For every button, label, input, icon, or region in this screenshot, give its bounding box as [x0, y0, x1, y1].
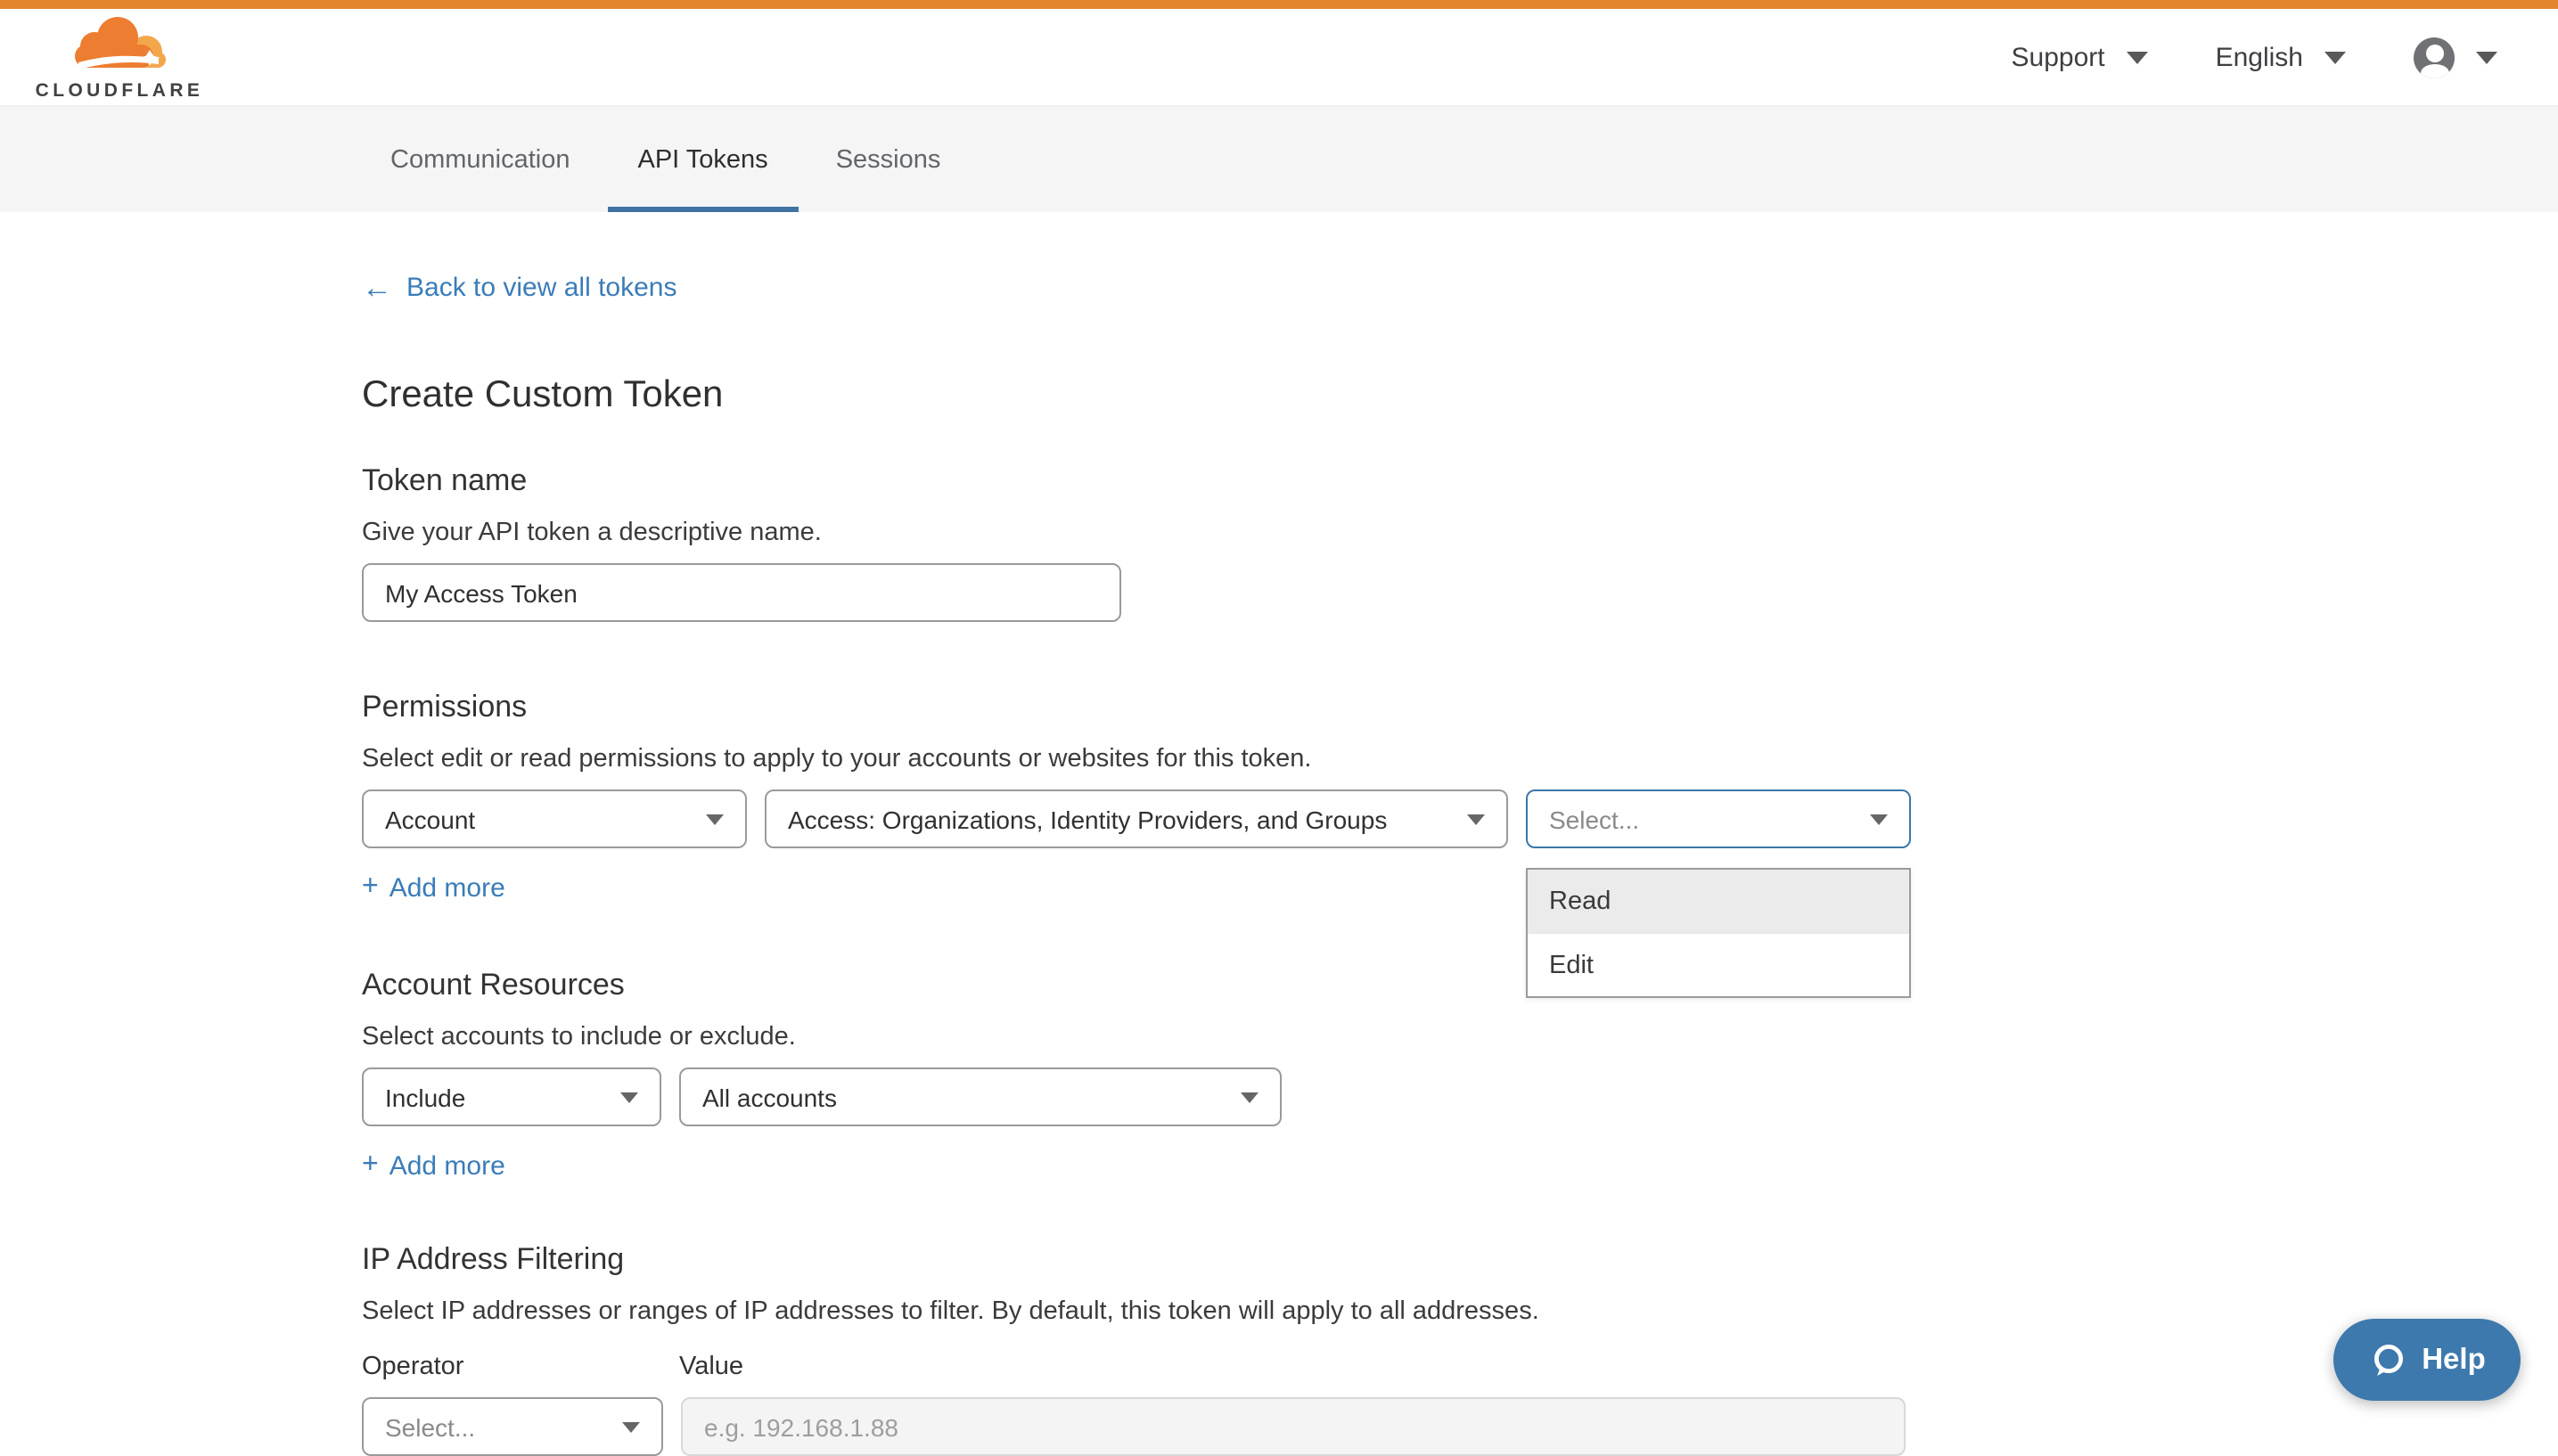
account-resources-description: Select accounts to include or exclude. [362, 1023, 2558, 1051]
account-mode-value: Include [385, 1083, 465, 1111]
account-resources-add-more-link[interactable]: + Add more [362, 1149, 505, 1182]
support-label: Support [2012, 42, 2105, 72]
cloudflare-logo[interactable]: CLOUDFLARE [32, 13, 207, 101]
token-name-description: Give your API token a descriptive name. [362, 519, 2558, 547]
add-more-label: Add more [389, 872, 505, 903]
chevron-down-icon [706, 814, 724, 824]
tab-communication[interactable]: Communication [360, 107, 601, 212]
help-button[interactable]: Help [2333, 1319, 2521, 1401]
token-name-input[interactable] [362, 563, 1121, 622]
chevron-down-icon [1467, 814, 1485, 824]
ip-value-input[interactable] [681, 1397, 1906, 1456]
accounts-value: All accounts [702, 1083, 837, 1111]
permission-access-select[interactable]: Select... [1526, 789, 1911, 848]
permissions-add-more-link[interactable]: + Add more [362, 871, 505, 904]
plus-icon: + [362, 871, 379, 904]
permission-group-value: Access: Organizations, Identity Provider… [788, 805, 1387, 833]
cloudflare-cloud-icon [66, 13, 173, 78]
chevron-down-icon [2324, 51, 2346, 63]
back-to-tokens-link[interactable]: ← Back to view all tokens [362, 273, 677, 303]
permission-group-select[interactable]: Access: Organizations, Identity Provider… [765, 789, 1508, 848]
ip-operator-placeholder: Select... [385, 1412, 475, 1441]
tab-label: Sessions [836, 145, 941, 174]
back-arrow-icon: ← [362, 273, 392, 303]
permission-access-placeholder: Select... [1549, 805, 1639, 833]
access-level-dropdown: Read Edit [1526, 868, 1911, 998]
chevron-down-icon [2127, 51, 2148, 63]
accounts-select[interactable]: All accounts [679, 1067, 1282, 1126]
ip-filtering-description: Select IP addresses or ranges of IP addr… [362, 1297, 2558, 1326]
chat-bubble-icon [2368, 1341, 2406, 1378]
language-label: English [2216, 42, 2303, 72]
value-label: Value [679, 1353, 743, 1381]
ip-filtering-row: Select... [362, 1397, 2558, 1456]
ip-operator-select[interactable]: Select... [362, 1397, 663, 1456]
option-label: Read [1549, 887, 1611, 915]
tab-sessions[interactable]: Sessions [806, 107, 972, 212]
cloudflare-wordmark: CLOUDFLARE [36, 79, 204, 101]
chevron-down-icon [622, 1421, 640, 1432]
ip-filtering-heading: IP Address Filtering [362, 1242, 2558, 1278]
dropdown-option-read[interactable]: Read [1528, 870, 1909, 932]
permission-scope-value: Account [385, 805, 475, 833]
support-menu[interactable]: Support [2012, 42, 2148, 72]
account-resources-row: Include All accounts [362, 1067, 2558, 1126]
back-link-label: Back to view all tokens [406, 273, 677, 303]
option-label: Edit [1549, 951, 1594, 979]
account-resources-heading: Account Resources [362, 968, 2558, 1003]
add-more-label: Add more [389, 1150, 505, 1181]
permissions-row: Account Access: Organizations, Identity … [362, 789, 2558, 848]
tab-api-tokens[interactable]: API Tokens [608, 107, 799, 212]
chevron-down-icon [1241, 1092, 1259, 1102]
permissions-description: Select edit or read permissions to apply… [362, 745, 2558, 773]
plus-icon: + [362, 1149, 379, 1182]
chevron-down-icon [2476, 51, 2497, 63]
header-right: Support English [2012, 37, 2498, 78]
ip-filtering-labels: Operator Value [362, 1353, 2558, 1381]
operator-label: Operator [362, 1353, 679, 1381]
chevron-down-icon [1870, 814, 1888, 824]
language-menu[interactable]: English [2216, 42, 2346, 72]
page-title: Create Custom Token [362, 374, 2558, 417]
user-avatar-icon [2414, 37, 2455, 78]
account-mode-select[interactable]: Include [362, 1067, 661, 1126]
header: CLOUDFLARE Support English [0, 9, 2558, 107]
tab-bar: Communication API Tokens Sessions [0, 107, 2558, 212]
top-accent-bar [0, 0, 2558, 9]
chevron-down-icon [620, 1092, 638, 1102]
app-root: CLOUDFLARE Support English Communication [0, 0, 2558, 1420]
permissions-heading: Permissions [362, 690, 2558, 725]
token-name-heading: Token name [362, 463, 2558, 499]
tab-label: API Tokens [638, 145, 768, 174]
account-menu[interactable] [2414, 37, 2497, 78]
permission-scope-select[interactable]: Account [362, 789, 747, 848]
help-label: Help [2422, 1343, 2486, 1377]
dropdown-option-edit[interactable]: Edit [1528, 932, 1909, 996]
tab-label: Communication [390, 145, 570, 174]
main-content: ← Back to view all tokens Create Custom … [0, 212, 2558, 1456]
